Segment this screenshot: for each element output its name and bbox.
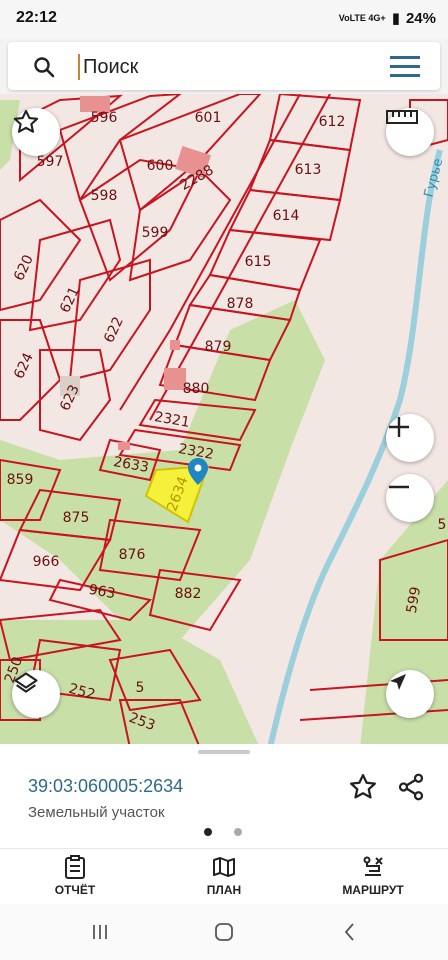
search-icon[interactable] [32, 55, 56, 79]
battery-level: 24% [405, 9, 436, 27]
ruler-icon [386, 110, 418, 124]
parcel-label[interactable]: 876 [119, 547, 146, 563]
parcel-label[interactable]: 859 [7, 472, 34, 488]
star-icon[interactable] [348, 772, 378, 802]
parcel-label[interactable]: 624 [11, 350, 37, 381]
search-bar: Поиск [0, 38, 448, 94]
parcel-label[interactable]: 622 [101, 315, 127, 346]
search-box[interactable]: Поиск [8, 42, 440, 90]
nav-route[interactable]: МАРШРУТ [323, 855, 423, 897]
parcel-label[interactable]: 879 [205, 339, 232, 355]
cadastral-number: 39:03:060005:2634 [28, 776, 184, 796]
plus-icon [389, 417, 409, 437]
parcel-label[interactable]: 599 [142, 225, 169, 241]
parcel-label[interactable]: 620 [11, 253, 37, 284]
ruler-button[interactable] [386, 108, 434, 156]
parcel-label[interactable]: 597 [37, 154, 64, 170]
river-label: Гурье [422, 157, 447, 199]
network-indicator: VoLTE 4G+ [338, 13, 386, 23]
navigation-arrow-icon [390, 674, 406, 690]
parcel-label[interactable]: 612 [319, 114, 346, 130]
nav-route-label: МАРШРУТ [342, 883, 404, 897]
star-icon [13, 109, 39, 133]
zoom-in-button[interactable] [386, 414, 434, 462]
page-indicator [204, 828, 242, 836]
nav-report[interactable]: ОТЧЁТ [25, 855, 125, 897]
layers-button[interactable] [12, 670, 60, 718]
minus-icon [389, 485, 409, 489]
parcel-label[interactable]: 5 [438, 517, 447, 533]
nav-report-label: ОТЧЁТ [54, 883, 96, 897]
sheet-handle[interactable] [198, 750, 250, 754]
status-time: 22:12 [16, 9, 57, 26]
page-dot-active [204, 828, 212, 836]
parcel-label[interactable]: 5 [136, 680, 145, 696]
my-location-button[interactable] [386, 670, 434, 718]
nav-plan-label: ПЛАН [206, 883, 242, 897]
parcel-label[interactable]: 615 [245, 254, 272, 270]
parcel-label[interactable]: 880 [183, 381, 210, 397]
parcel-label[interactable]: 613 [295, 162, 322, 178]
route-icon [363, 856, 383, 876]
page-dot [234, 828, 242, 836]
parcel-type: Земельный участок [28, 804, 165, 821]
parcel-label[interactable]: 600 [147, 158, 174, 174]
zoom-out-button[interactable] [386, 474, 434, 522]
parcel-label[interactable]: 963 [87, 582, 116, 602]
bottom-nav: ОТЧЁТ ПЛАН МАРШРУТ [0, 848, 448, 904]
parcel-label[interactable]: 601 [195, 110, 222, 126]
status-icons: VoLTE 4G+ ▮ 24% [338, 9, 436, 28]
home-icon[interactable] [212, 920, 236, 944]
menu-icon[interactable] [390, 56, 420, 78]
nav-plan[interactable]: ПЛАН [174, 855, 274, 897]
layers-icon [14, 672, 38, 693]
parcel-label[interactable]: 878 [227, 296, 254, 312]
system-nav-bar [0, 904, 448, 960]
parcel-label[interactable]: 875 [63, 510, 90, 526]
parcel-label[interactable]: 966 [33, 554, 60, 570]
share-icon[interactable] [396, 772, 426, 802]
recents-icon[interactable] [88, 920, 112, 944]
cadastral-map[interactable]: 596 601 612 597 600 2288 613 598 614 599… [0, 94, 448, 748]
map-plan-icon [213, 857, 235, 877]
favorites-button[interactable] [12, 108, 60, 156]
status-bar: 22:12 VoLTE 4G+ ▮ 24% [0, 0, 448, 38]
signal-icon: ▮ [391, 10, 400, 27]
parcel-label[interactable]: 598 [91, 188, 118, 204]
parcel-label[interactable]: 882 [175, 586, 202, 602]
search-input[interactable]: Поиск [78, 54, 138, 80]
map-view[interactable]: 596 601 612 597 600 2288 613 598 614 599… [0, 94, 448, 748]
parcel-label[interactable]: 596 [91, 110, 118, 126]
report-icon [65, 855, 85, 879]
parcel-label[interactable]: 614 [273, 208, 300, 224]
back-icon[interactable] [338, 920, 362, 944]
parcel-info-sheet[interactable]: 39:03:060005:2634 Земельный участок [0, 744, 448, 850]
